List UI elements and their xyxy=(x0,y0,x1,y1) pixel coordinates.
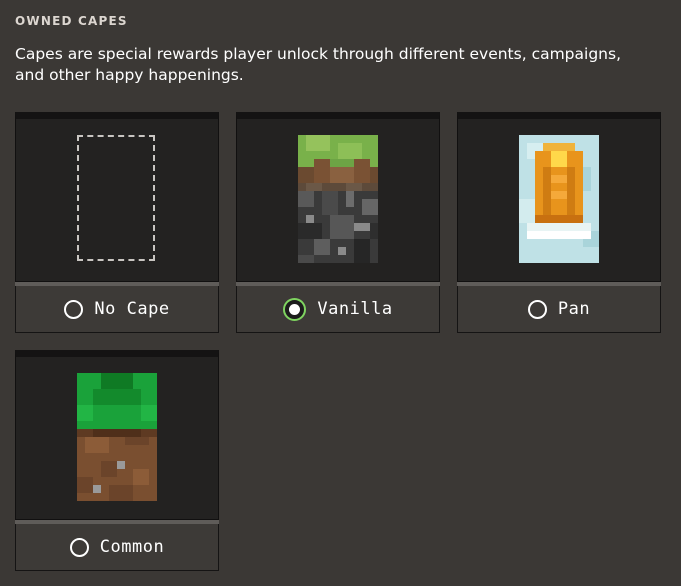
radio-button[interactable] xyxy=(64,299,84,319)
cape-preview xyxy=(457,112,661,282)
radio-button[interactable] xyxy=(69,537,89,557)
cape-option-no-cape[interactable]: No Cape xyxy=(15,286,219,333)
cape-preview xyxy=(15,112,219,282)
section-description: Capes are special rewards player unlock … xyxy=(15,45,621,84)
cape-card-no-cape: No Cape xyxy=(15,112,219,333)
cape-label: Vanilla xyxy=(317,299,393,319)
cape-label: Common xyxy=(99,537,165,557)
cape-card-pan: Pan xyxy=(457,112,661,333)
cape-option-pan[interactable]: Pan xyxy=(457,286,661,333)
cape-option-vanilla[interactable]: Vanilla xyxy=(236,286,440,333)
empty-slot-icon xyxy=(77,135,155,261)
radio-button[interactable] xyxy=(527,299,547,319)
section-heading: OWNED CAPES xyxy=(15,14,128,28)
cape-label: Pan xyxy=(557,299,591,319)
radio-button-selected[interactable] xyxy=(283,297,307,321)
pan-cape-icon xyxy=(519,135,599,263)
vanilla-cape-icon xyxy=(298,135,378,263)
common-cape-icon xyxy=(77,373,157,501)
cape-card-common: Common xyxy=(15,350,219,571)
owned-capes-section: OWNED CAPES Capes are special rewards pl… xyxy=(0,0,681,586)
cape-label: No Cape xyxy=(94,299,170,319)
cape-card-vanilla: Vanilla xyxy=(236,112,440,333)
cape-preview xyxy=(15,350,219,520)
cape-preview xyxy=(236,112,440,282)
cape-option-common[interactable]: Common xyxy=(15,524,219,571)
